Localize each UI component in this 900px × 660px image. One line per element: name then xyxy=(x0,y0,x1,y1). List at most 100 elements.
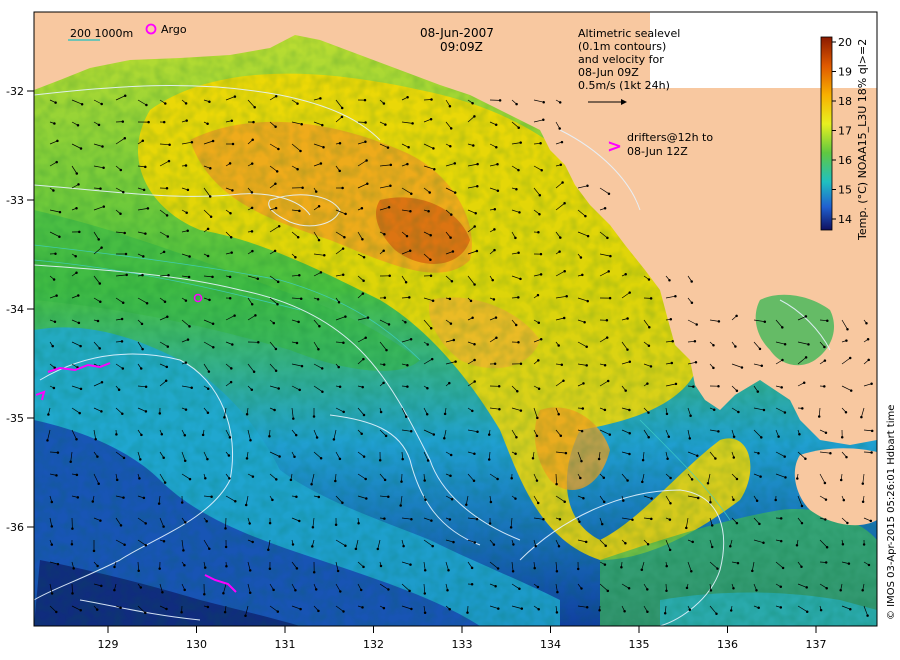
velocity-arrow-head xyxy=(115,433,118,436)
velocity-arrow-head xyxy=(473,283,476,286)
velocity-arrow-head xyxy=(299,149,302,153)
velocity-arrow-head xyxy=(796,477,799,480)
velocity-arrow-head xyxy=(51,344,54,348)
velocity-arrow-head xyxy=(755,499,759,502)
velocity-arrow-head xyxy=(317,609,320,613)
velocity-arrow-head xyxy=(823,385,826,388)
velocity-arrow-head xyxy=(562,316,566,320)
velocity-arrow-head xyxy=(649,297,653,300)
velocity-arrow-head xyxy=(805,610,809,613)
velocity-arrow-head xyxy=(275,170,279,173)
velocity-arrow-head xyxy=(585,606,589,609)
velocity-arrow-head xyxy=(58,235,61,238)
velocity-arrow-head xyxy=(222,592,225,595)
velocity-arrow-head xyxy=(208,100,211,103)
velocity-arrow-head xyxy=(646,382,649,385)
velocity-arrow-head xyxy=(449,236,452,239)
velocity-arrow-head xyxy=(206,387,210,390)
velocity-arrow-head xyxy=(410,607,413,611)
velocity-arrow-head xyxy=(648,326,651,329)
velocity-arrow-head xyxy=(203,593,206,596)
velocity-arrow-head xyxy=(338,385,342,389)
velocity-arrow-head xyxy=(586,234,590,238)
velocity-arrow-head xyxy=(233,95,237,98)
velocity-arrow-head xyxy=(602,476,606,480)
velocity-arrow-head xyxy=(362,413,366,417)
velocity-arrow-head xyxy=(180,610,183,614)
velocity-arrow-head xyxy=(516,390,519,393)
velocity-arrow-head xyxy=(97,123,101,127)
velocity-arrow-head xyxy=(669,476,672,480)
velocity-arrow-head xyxy=(542,518,545,521)
velocity-arrow-head xyxy=(341,501,344,505)
velocity-arrow-head xyxy=(248,569,252,572)
velocity-arrow-head xyxy=(774,498,777,502)
velocity-arrow-head xyxy=(430,519,433,522)
velocity-arrow-head xyxy=(70,543,74,546)
velocity-arrow-head xyxy=(276,610,280,613)
velocity-arrow-head xyxy=(846,328,849,331)
velocity-arrow-head xyxy=(717,320,721,323)
velocity-arrow-head xyxy=(362,357,365,361)
velocity-arrow-head xyxy=(450,280,454,283)
velocity-arrow-head xyxy=(665,564,668,568)
velocity-arrow-head xyxy=(471,409,474,413)
argo-legend-label: Argo xyxy=(161,23,187,36)
velocity-arrow-head xyxy=(272,321,276,325)
velocity-arrow-head xyxy=(376,547,380,551)
velocity-arrow-head xyxy=(488,522,492,525)
velocity-arrow-head xyxy=(188,325,191,328)
velocity-arrow-head xyxy=(537,321,541,325)
x-tick-label: 133 xyxy=(452,638,473,651)
velocity-arrow-head xyxy=(319,162,323,165)
velocity-arrow-head xyxy=(536,416,539,420)
velocity-arrow-head xyxy=(322,145,325,149)
velocity-arrow-head xyxy=(248,591,252,594)
velocity-arrow-head xyxy=(487,433,491,436)
velocity-arrow-head xyxy=(180,501,184,504)
velocity-arrow-head xyxy=(870,429,874,433)
velocity-arrow-head xyxy=(123,136,127,140)
velocity-arrow-head xyxy=(510,477,513,480)
velocity-arrow-head xyxy=(343,235,346,239)
velocity-arrow-head xyxy=(144,544,148,547)
velocity-arrow-head xyxy=(431,299,435,302)
velocity-arrow-head xyxy=(166,235,170,238)
velocity-arrow-head xyxy=(117,388,121,391)
velocity-arrow-head xyxy=(709,589,713,592)
velocity-arrow-head xyxy=(97,238,100,241)
velocity-arrow-head xyxy=(183,563,186,567)
velocity-arrow-head xyxy=(539,337,543,341)
velocity-arrow-head xyxy=(517,296,520,299)
velocity-arrow-head xyxy=(449,145,452,148)
velocity-arrow-head xyxy=(735,521,739,525)
velocity-arrow-head xyxy=(626,317,629,320)
velocity-arrow-head xyxy=(517,126,520,129)
velocity-arrow-head xyxy=(96,455,99,458)
velocity-arrow-head xyxy=(408,296,411,299)
velocity-arrow-head xyxy=(227,454,231,457)
velocity-arrow-head xyxy=(861,500,865,503)
colorbar-tick-label: 16 xyxy=(838,154,852,167)
velocity-arrow-head xyxy=(556,590,559,594)
velocity-arrow-head xyxy=(208,298,211,302)
velocity-arrow-head xyxy=(231,142,235,146)
velocity-arrow-head xyxy=(184,521,187,524)
velocity-arrow-head xyxy=(362,455,366,458)
velocity-arrow-head xyxy=(100,381,104,384)
velocity-arrow-head xyxy=(364,477,367,481)
velocity-arrow-head xyxy=(388,274,391,278)
velocity-arrow-head xyxy=(779,539,783,543)
velocity-arrow-head xyxy=(640,568,644,571)
velocity-arrow-head xyxy=(122,496,125,499)
velocity-arrow-head xyxy=(229,236,233,239)
velocity-arrow-head xyxy=(55,474,58,477)
velocity-arrow-head xyxy=(162,120,166,124)
velocity-arrow-head xyxy=(734,345,737,348)
velocity-arrow-head xyxy=(79,387,83,391)
velocity-arrow-head xyxy=(862,543,866,546)
velocity-arrow-head xyxy=(606,589,610,593)
velocity-arrow-head xyxy=(404,321,407,324)
velocity-arrow-head xyxy=(487,458,491,461)
velocity-arrow-head xyxy=(344,544,347,547)
